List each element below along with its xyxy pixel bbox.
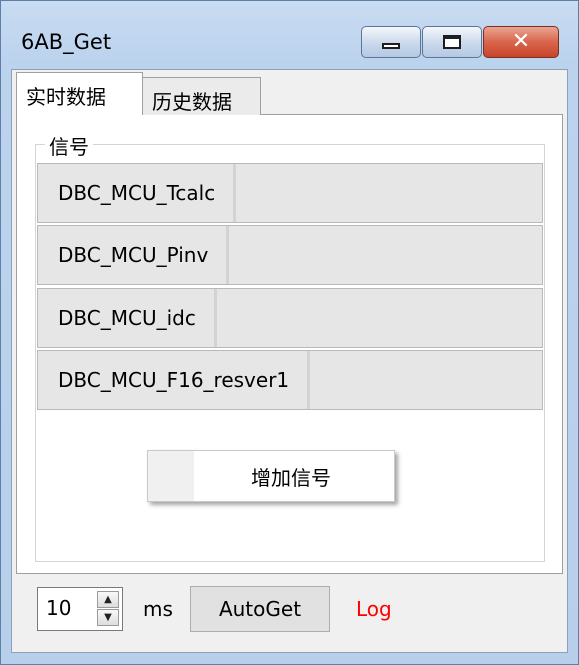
interval-unit-label: ms — [143, 597, 173, 621]
signal-row[interactable]: DBC_MCU_idc — [37, 288, 543, 348]
arrow-up-icon: ▲ — [104, 593, 112, 605]
tab-history-data[interactable]: 历史数据 — [143, 77, 261, 115]
interval-spinbox[interactable]: 10 ▲ ▼ — [37, 587, 123, 631]
maximize-icon — [443, 35, 461, 49]
signal-value — [532, 164, 542, 222]
signal-row[interactable]: DBC_MCU_Tcalc — [37, 163, 543, 223]
minimize-button[interactable] — [361, 26, 421, 58]
spin-down-button[interactable]: ▼ — [97, 609, 119, 626]
minimize-icon — [382, 43, 400, 49]
arrow-down-icon: ▼ — [104, 611, 112, 623]
signal-name: DBC_MCU_F16_resver1 — [38, 351, 311, 409]
signal-name: DBC_MCU_Tcalc — [38, 164, 237, 222]
add-signal-button[interactable]: 增加信号 — [147, 450, 395, 502]
close-button[interactable]: ✕ — [483, 26, 559, 58]
signal-name: DBC_MCU_Pinv — [38, 226, 230, 284]
close-icon: ✕ — [511, 29, 531, 54]
signal-row[interactable]: DBC_MCU_F16_resver1 — [37, 350, 543, 410]
tab-realtime-data[interactable]: 实时数据 — [16, 72, 143, 115]
window-title: 6AB_Get — [21, 30, 112, 54]
add-signal-label: 增加信号 — [251, 465, 331, 490]
signal-row[interactable]: DBC_MCU_Pinv — [37, 225, 543, 285]
signal-name: DBC_MCU_idc — [38, 289, 217, 347]
interval-input[interactable]: 10 — [46, 596, 71, 620]
add-button-margin — [148, 451, 194, 501]
autoget-button[interactable]: AutoGet — [190, 586, 330, 632]
maximize-button[interactable] — [422, 26, 482, 58]
signal-value — [532, 289, 542, 347]
signal-group-title: 信号 — [45, 131, 93, 160]
signal-value — [532, 351, 542, 409]
signal-value — [532, 226, 542, 284]
spin-up-button[interactable]: ▲ — [97, 591, 119, 608]
log-link[interactable]: Log — [356, 597, 392, 621]
